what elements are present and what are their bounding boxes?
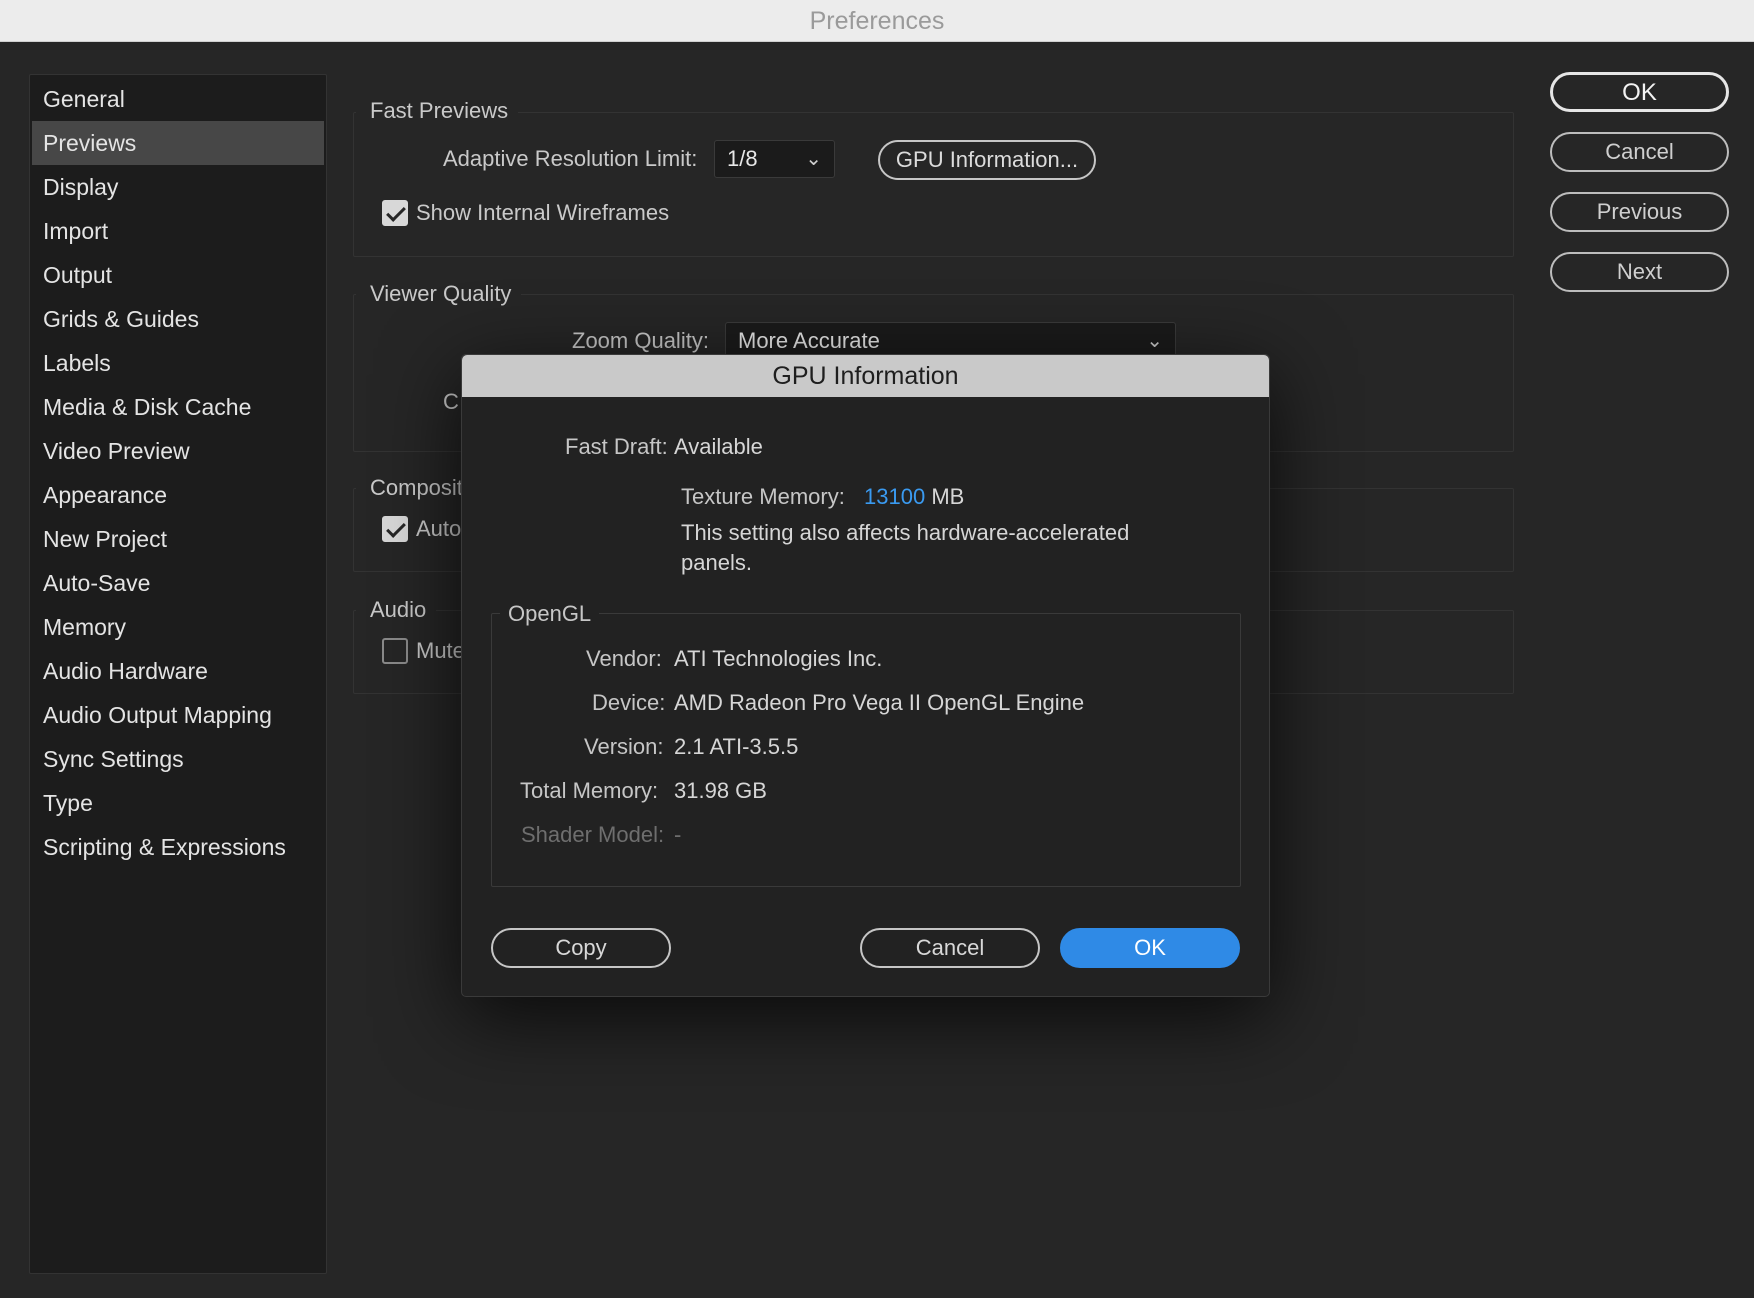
sidebar-item-scripting-expressions[interactable]: Scripting & Expressions xyxy=(32,825,324,869)
gpu-information-dialog: GPU Information Fast Draft: Available Te… xyxy=(461,354,1270,997)
sidebar-item-previews[interactable]: Previews xyxy=(32,121,324,165)
dialog-cancel-button[interactable]: Cancel xyxy=(860,928,1040,968)
sidebar-item-type[interactable]: Type xyxy=(32,781,324,825)
sidebar-item-new-project[interactable]: New Project xyxy=(32,517,324,561)
sidebar-item-general[interactable]: General xyxy=(32,77,324,121)
sidebar: General Previews Display Import Output G… xyxy=(29,74,327,1274)
compositing-checkbox[interactable] xyxy=(382,516,408,542)
fast-previews-title: Fast Previews xyxy=(356,97,519,125)
show-wireframes-checkbox[interactable] xyxy=(382,200,408,226)
fast-draft-label: Fast Draft: xyxy=(565,434,668,459)
gpu-information-button[interactable]: GPU Information... xyxy=(878,140,1096,180)
copy-button[interactable]: Copy xyxy=(491,928,671,968)
show-wireframes-label: Show Internal Wireframes xyxy=(416,200,670,225)
sidebar-item-media-disk-cache[interactable]: Media & Disk Cache xyxy=(32,385,324,429)
device-label: Device: xyxy=(592,690,666,715)
compositing-checkbox-label: Auto xyxy=(416,516,462,541)
previous-button[interactable]: Previous xyxy=(1550,192,1729,232)
audio-title: Audio xyxy=(356,596,437,624)
adaptive-resolution-value: 1/8 xyxy=(727,146,758,171)
texture-memory-unit: MB xyxy=(931,484,965,509)
dialog-title: GPU Information xyxy=(462,355,1269,397)
mute-checkbox[interactable] xyxy=(382,638,408,664)
total-memory-value: 31.98 GB xyxy=(674,778,767,803)
sidebar-item-grids-guides[interactable]: Grids & Guides xyxy=(32,297,324,341)
sidebar-item-memory[interactable]: Memory xyxy=(32,605,324,649)
mute-checkbox-label: Mute xyxy=(416,638,465,663)
vendor-value: ATI Technologies Inc. xyxy=(674,646,883,671)
fast-previews-group xyxy=(353,112,1514,257)
version-label: Version: xyxy=(584,734,664,759)
next-button[interactable]: Next xyxy=(1550,252,1729,292)
ok-button[interactable]: OK xyxy=(1550,72,1729,112)
adaptive-resolution-select[interactable]: 1/8 ⌄ xyxy=(714,140,835,178)
sidebar-item-audio-hardware[interactable]: Audio Hardware xyxy=(32,649,324,693)
viewer-quality-partial-label: C xyxy=(443,389,459,414)
compositing-title: Composit xyxy=(356,474,473,502)
adaptive-resolution-label: Adaptive Resolution Limit: xyxy=(443,146,698,171)
sidebar-item-display[interactable]: Display xyxy=(32,165,324,209)
opengl-title: OpenGL xyxy=(500,601,600,627)
shader-model-value: - xyxy=(674,822,682,847)
sidebar-item-video-preview[interactable]: Video Preview xyxy=(32,429,324,473)
fast-draft-value: Available xyxy=(674,434,763,459)
viewer-quality-title: Viewer Quality xyxy=(356,280,522,308)
zoom-quality-value: More Accurate xyxy=(738,328,880,353)
version-value: 2.1 ATI-3.5.5 xyxy=(674,734,799,759)
sidebar-item-labels[interactable]: Labels xyxy=(32,341,324,385)
shader-model-label: Shader Model: xyxy=(521,822,665,847)
sidebar-item-output[interactable]: Output xyxy=(32,253,324,297)
zoom-quality-label: Zoom Quality: xyxy=(572,328,709,353)
sidebar-item-audio-output-mapping[interactable]: Audio Output Mapping xyxy=(32,693,324,737)
texture-memory-value[interactable]: 13100 xyxy=(864,484,925,509)
sidebar-item-sync-settings[interactable]: Sync Settings xyxy=(32,737,324,781)
sidebar-item-import[interactable]: Import xyxy=(32,209,324,253)
total-memory-label: Total Memory: xyxy=(520,778,659,803)
vendor-label: Vendor: xyxy=(586,646,662,671)
device-value: AMD Radeon Pro Vega II OpenGL Engine xyxy=(674,690,1085,715)
cancel-button[interactable]: Cancel xyxy=(1550,132,1729,172)
dialog-ok-button[interactable]: OK xyxy=(1060,928,1240,968)
sidebar-item-auto-save[interactable]: Auto-Save xyxy=(32,561,324,605)
texture-memory-note: This setting also affects hardware-accel… xyxy=(681,520,1130,575)
texture-memory-field: 13100 MB xyxy=(864,482,964,512)
chevron-down-icon: ⌄ xyxy=(805,148,822,170)
texture-memory-label: Texture Memory: xyxy=(681,484,845,509)
sidebar-item-appearance[interactable]: Appearance xyxy=(32,473,324,517)
window-title: Preferences xyxy=(0,0,1754,42)
